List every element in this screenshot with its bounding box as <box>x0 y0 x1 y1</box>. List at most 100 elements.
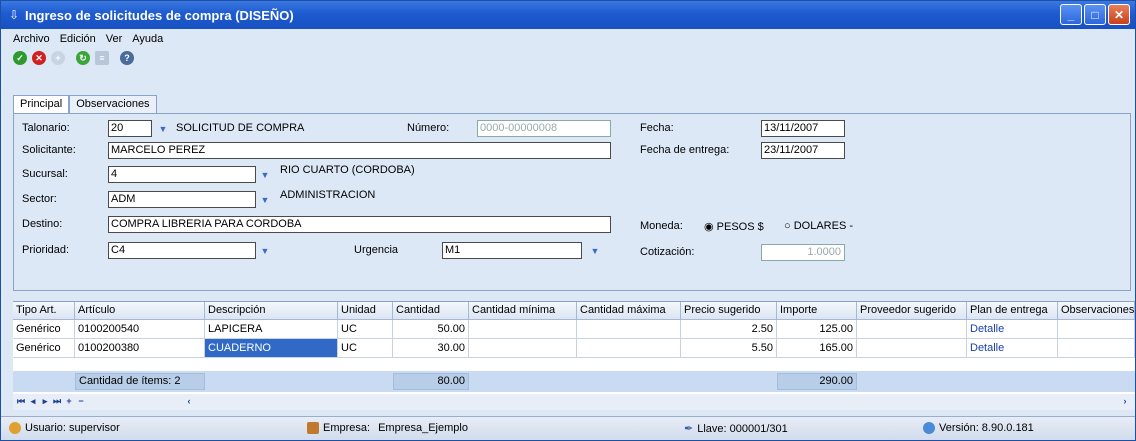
col-header[interactable]: Observaciones <box>1058 302 1135 320</box>
tab-strip: Principal Observaciones <box>13 95 157 114</box>
selected-cell[interactable]: CUADERNO <box>205 339 338 358</box>
table-cell[interactable]: 0100200380 <box>75 339 205 358</box>
status-empresa: Empresa: Empresa_Ejemplo <box>307 422 468 434</box>
prev-record-icon[interactable]: ◂ <box>27 395 39 408</box>
sector-field[interactable]: ADM <box>108 191 256 208</box>
sucursal-field[interactable]: 4 <box>108 166 256 183</box>
table-cell[interactable]: 165.00 <box>777 339 857 358</box>
chevron-down-icon[interactable]: ▼ <box>258 193 272 207</box>
tab-observaciones[interactable]: Observaciones <box>69 95 157 113</box>
sector-label: Sector: <box>22 193 57 205</box>
llave-text: Llave: 000001/301 <box>697 422 788 435</box>
cotizacion-field: 1.0000 <box>761 244 845 261</box>
delete-record-icon[interactable]: − <box>75 395 87 408</box>
menu-edicion[interactable]: Edición <box>60 33 96 45</box>
last-record-icon[interactable]: ⏭ <box>51 395 63 408</box>
radio-pesos[interactable]: ◉ PESOS $ <box>704 220 764 233</box>
table-cell[interactable] <box>469 320 577 339</box>
urgencia-field[interactable]: M1 <box>442 242 582 259</box>
table-cell[interactable]: Genérico <box>13 320 75 339</box>
table-cell[interactable] <box>469 339 577 358</box>
items-count: Cantidad de ítems: 2 <box>75 373 205 390</box>
radio-dolares[interactable]: ○ DOLARES - <box>784 220 853 232</box>
col-header[interactable]: Precio sugerido <box>681 302 777 320</box>
table-cell[interactable]: 30.00 <box>393 339 469 358</box>
table-cell[interactable]: Genérico <box>13 339 75 358</box>
add-record-icon[interactable]: + <box>63 395 75 408</box>
chevron-down-icon[interactable]: ▼ <box>258 244 272 258</box>
destino-field[interactable]: COMPRA LIBRERIA PARA CORDOBA <box>108 216 611 233</box>
col-header[interactable]: Cantidad mínima <box>469 302 577 320</box>
help-icon[interactable]: ? <box>120 51 134 65</box>
talonario-field[interactable]: 20 <box>108 120 152 137</box>
col-header[interactable]: Proveedor sugerido <box>857 302 967 320</box>
table-cell[interactable] <box>857 339 967 358</box>
col-header[interactable]: Plan de entrega <box>967 302 1058 320</box>
status-version: Versión: 8.90.0.181 <box>923 422 1034 434</box>
totals-bar: Cantidad de ítems: 2 80.00 290.00 <box>13 371 1135 392</box>
status-usuario: Usuario: supervisor <box>9 422 120 434</box>
tab-principal[interactable]: Principal <box>13 95 70 114</box>
solicitante-field[interactable]: MARCELO PEREZ <box>108 142 611 159</box>
table-cell[interactable] <box>857 320 967 339</box>
table-cell[interactable]: LAPICERA <box>205 320 338 339</box>
col-header[interactable]: Artículo <box>75 302 205 320</box>
table-cell[interactable]: 125.00 <box>777 320 857 339</box>
table-cell[interactable] <box>577 320 681 339</box>
scroll-left-icon[interactable]: ‹ <box>183 395 195 408</box>
table-cell[interactable]: UC <box>338 339 393 358</box>
fecha-entrega-label: Fecha de entrega: <box>640 144 730 156</box>
col-header[interactable]: Unidad <box>338 302 393 320</box>
menu-bar: Archivo Edición Ver Ayuda <box>13 30 163 48</box>
table-cell[interactable]: UC <box>338 320 393 339</box>
talonario-label: Talonario: <box>22 122 70 134</box>
table-cell[interactable]: 50.00 <box>393 320 469 339</box>
next-record-icon[interactable]: ▸ <box>39 395 51 408</box>
menu-ayuda[interactable]: Ayuda <box>132 33 163 45</box>
info-icon <box>923 422 935 434</box>
col-header[interactable]: Importe <box>777 302 857 320</box>
importe-total: 290.00 <box>777 373 857 390</box>
ok-icon[interactable]: ✓ <box>13 51 27 65</box>
prioridad-field[interactable]: C4 <box>108 242 256 259</box>
add-icon[interactable]: + <box>51 51 65 65</box>
empresa-label: Empresa: <box>323 422 371 434</box>
cancel-icon[interactable]: ✕ <box>32 51 46 65</box>
menu-ver[interactable]: Ver <box>106 33 123 45</box>
table-cell[interactable] <box>577 339 681 358</box>
fecha-field[interactable]: 13/11/2007 <box>761 120 845 137</box>
chevron-down-icon[interactable]: ▼ <box>258 168 272 182</box>
first-record-icon[interactable]: ⏮ <box>15 395 27 408</box>
refresh-icon[interactable]: ↻ <box>76 51 90 65</box>
close-button[interactable]: ✕ <box>1108 4 1130 25</box>
table-cell[interactable]: 0100200540 <box>75 320 205 339</box>
talonario-desc: SOLICITUD DE COMPRA <box>176 122 305 134</box>
radio-pesos-label: PESOS $ <box>716 221 764 233</box>
numero-label: Número: <box>407 122 450 134</box>
list-icon[interactable]: ≡ <box>95 51 109 65</box>
status-llave: ✒ Llave: 000001/301 <box>684 422 788 436</box>
user-icon <box>9 422 21 434</box>
table-cell[interactable]: 2.50 <box>681 320 777 339</box>
col-header[interactable]: Cantidad <box>393 302 469 320</box>
col-header[interactable]: Tipo Art. <box>13 302 75 320</box>
table-cell[interactable]: 5.50 <box>681 339 777 358</box>
title-bar: ⇩ Ingreso de solicitudes de compra (DISE… <box>1 1 1135 29</box>
maximize-button[interactable]: □ <box>1084 4 1106 25</box>
fecha-entrega-field[interactable]: 23/11/2007 <box>761 142 845 159</box>
col-header[interactable]: Descripción <box>205 302 338 320</box>
numero-field: 0000-00000008 <box>477 120 611 137</box>
chevron-down-icon[interactable]: ▼ <box>156 122 170 136</box>
col-header[interactable]: Cantidad máxima <box>577 302 681 320</box>
chevron-down-icon[interactable]: ▼ <box>588 244 602 258</box>
fecha-label: Fecha: <box>640 122 674 134</box>
urgencia-label: Urgencia <box>354 244 399 256</box>
detalle-link[interactable]: Detalle <box>967 320 1058 339</box>
menu-archivo[interactable]: Archivo <box>13 33 50 45</box>
detalle-link[interactable]: Detalle <box>967 339 1058 358</box>
table-cell[interactable] <box>1058 339 1135 358</box>
app-icon: ⇩ <box>9 8 20 22</box>
minimize-button[interactable]: _ <box>1060 4 1082 25</box>
scroll-right-icon[interactable]: › <box>1119 395 1131 408</box>
table-cell[interactable] <box>1058 320 1135 339</box>
